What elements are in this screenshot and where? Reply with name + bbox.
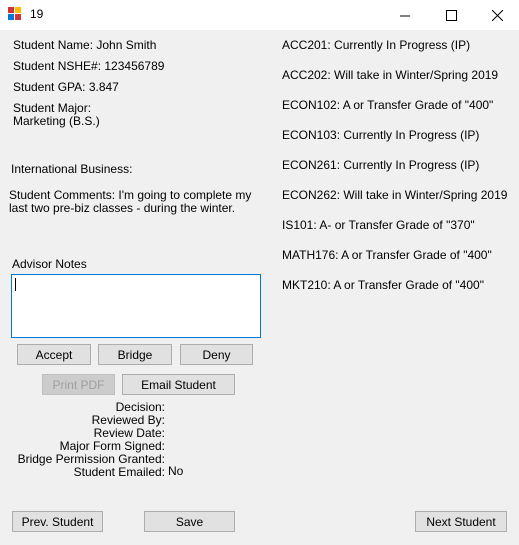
minimize-icon — [399, 15, 410, 16]
close-button[interactable] — [474, 0, 519, 30]
course-item: ECON262: Will take in Winter/Spring 2019 — [282, 188, 508, 202]
student-nshe-label: Student NSHE#: 123456789 — [13, 59, 165, 73]
student-comments-line2: last two pre-biz classes - during the wi… — [9, 201, 236, 215]
next-student-button[interactable]: Next Student — [415, 511, 507, 532]
bridge-button[interactable]: Bridge — [98, 344, 172, 365]
course-item: ECON102: A or Transfer Grade of "400" — [282, 98, 494, 112]
reviewed-by-label: Reviewed By: — [91, 413, 165, 427]
student-emailed-label: Student Emailed: — [73, 465, 165, 479]
maximize-button[interactable] — [428, 0, 474, 30]
course-item: ACC201: Currently In Progress (IP) — [282, 38, 471, 52]
course-item: MKT210: A or Transfer Grade of "400" — [282, 278, 484, 292]
maximize-icon — [445, 9, 457, 21]
print-pdf-button[interactable]: Print PDF — [42, 374, 115, 395]
student-major-value: Marketing (B.S.) — [13, 114, 100, 128]
text-caret — [15, 278, 16, 291]
title-bar: 19 — [0, 0, 519, 30]
student-gpa-label: Student GPA: 3.847 — [13, 80, 119, 94]
decision-label: Decision: — [115, 400, 165, 414]
minimize-button[interactable] — [382, 0, 428, 30]
app-icon — [8, 7, 22, 21]
course-item: ACC202: Will take in Winter/Spring 2019 — [282, 68, 499, 82]
student-emailed-value: No — [168, 464, 184, 478]
course-item: MATH176: A or Transfer Grade of "400" — [282, 248, 492, 262]
review-date-label: Review Date: — [93, 426, 165, 440]
close-icon — [491, 9, 503, 21]
course-item: ECON103: Currently In Progress (IP) — [282, 128, 480, 142]
advisor-notes-input[interactable] — [11, 274, 261, 338]
save-button[interactable]: Save — [144, 511, 235, 532]
accept-button[interactable]: Accept — [17, 344, 91, 365]
student-name-label: Student Name: John Smith — [13, 38, 157, 52]
international-business-label: International Business: — [11, 162, 133, 176]
course-item: IS101: A- or Transfer Grade of "370" — [282, 218, 475, 232]
email-student-button[interactable]: Email Student — [122, 374, 235, 395]
prev-student-button[interactable]: Prev. Student — [12, 511, 103, 532]
major-form-signed-label: Major Form Signed: — [59, 439, 165, 453]
deny-button[interactable]: Deny — [180, 344, 253, 365]
window-title: 19 — [30, 7, 44, 21]
course-item: ECON261: Currently In Progress (IP) — [282, 158, 480, 172]
advisor-notes-label: Advisor Notes — [12, 257, 87, 271]
bridge-permission-label: Bridge Permission Granted: — [17, 452, 165, 466]
